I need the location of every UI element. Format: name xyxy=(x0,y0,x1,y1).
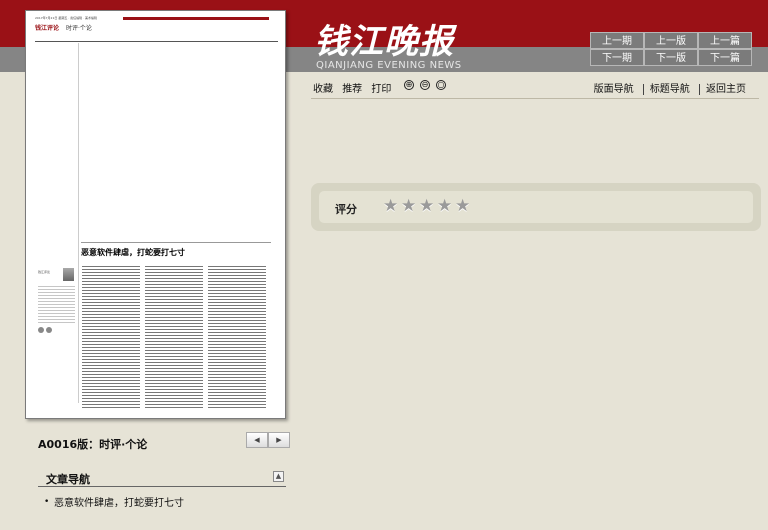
article-column xyxy=(82,266,140,408)
paper-dot-icon xyxy=(38,327,44,333)
paper-column-rule xyxy=(78,43,79,403)
star-icon[interactable]: ★ xyxy=(401,196,416,216)
article-nav-header: 文章导航 ▲ xyxy=(38,467,286,487)
print-button[interactable]: 打印 xyxy=(371,84,391,95)
zoom-in-icon[interactable]: ⊕ xyxy=(404,80,414,90)
article-toolbar: 收藏 推荐 打印 xyxy=(313,80,397,95)
paper-masthead: 钱江评论 xyxy=(35,25,60,32)
paper-rule xyxy=(35,41,278,42)
top-navigation: 版面导航 标题导航 返回主页 xyxy=(588,80,752,95)
prev-page-button[interactable]: 上一版 xyxy=(644,32,698,49)
layout-nav-link[interactable]: 版面导航 xyxy=(588,84,640,95)
bullet-icon: • xyxy=(44,497,50,507)
columnist-avatar xyxy=(63,268,74,281)
paper-dot-icon xyxy=(46,327,52,333)
rating-label: 评分 xyxy=(335,203,357,216)
zoom-reset-icon[interactable]: ○ xyxy=(436,80,446,90)
article-nav-title: 文章导航 xyxy=(46,473,90,486)
home-link[interactable]: 返回主页 xyxy=(699,84,752,95)
toolbar-divider xyxy=(311,98,759,99)
paper-article-rule xyxy=(81,242,271,243)
article-column xyxy=(145,266,203,408)
next-article-button[interactable]: 下一篇 xyxy=(698,49,752,66)
next-issue-button[interactable]: 下一期 xyxy=(590,49,644,66)
recommend-button[interactable]: 推荐 xyxy=(342,84,362,95)
article-nav-item[interactable]: 恶意软件肆虐，打蛇要打七寸 xyxy=(54,494,184,509)
pager-next-button[interactable]: ▶ xyxy=(268,432,290,448)
columnist-name: 钱江评论 xyxy=(38,270,51,274)
sidebar-text-block xyxy=(38,286,75,324)
title-nav-link[interactable]: 标题导航 xyxy=(642,84,696,95)
favorite-button[interactable]: 收藏 xyxy=(313,84,333,95)
paper-section-title: 时评·个论 xyxy=(66,25,92,32)
star-icon[interactable]: ★ xyxy=(419,196,434,216)
page-label: A0016版：时评·个论 xyxy=(38,438,148,451)
pager-prev-button[interactable]: ◀ xyxy=(246,432,268,448)
prev-article-button[interactable]: 上一篇 xyxy=(698,32,752,49)
newspaper-page-image[interactable]: 2017年7月21日 星期五 · 责任编辑 · 美术编辑 钱江评论 时评·个论 … xyxy=(25,10,286,419)
logo-chinese: 钱江晚报 xyxy=(314,22,454,62)
star-icon[interactable]: ★ xyxy=(383,196,398,216)
rating-inner: 评分 ★ ★ ★ ★ ★ xyxy=(319,191,753,223)
prev-issue-button[interactable]: 上一期 xyxy=(590,32,644,49)
star-icon[interactable]: ★ xyxy=(455,196,470,216)
zoom-out-icon[interactable]: ⊖ xyxy=(420,80,430,90)
paper-headline[interactable]: 恶意软件肆虐，打蛇要打七寸 xyxy=(81,247,185,258)
paper-dateline: 2017年7月21日 星期五 · 责任编辑 · 美术编辑 xyxy=(35,16,98,20)
logo-english: QIANJIANG EVENING NEWS xyxy=(316,60,462,71)
rating-panel: 评分 ★ ★ ★ ★ ★ xyxy=(311,183,761,231)
paper-top-bar xyxy=(123,17,269,20)
star-icon[interactable]: ★ xyxy=(437,196,452,216)
article-column xyxy=(208,266,266,408)
collapse-icon[interactable]: ▲ xyxy=(273,471,284,482)
next-page-button[interactable]: 下一版 xyxy=(644,49,698,66)
